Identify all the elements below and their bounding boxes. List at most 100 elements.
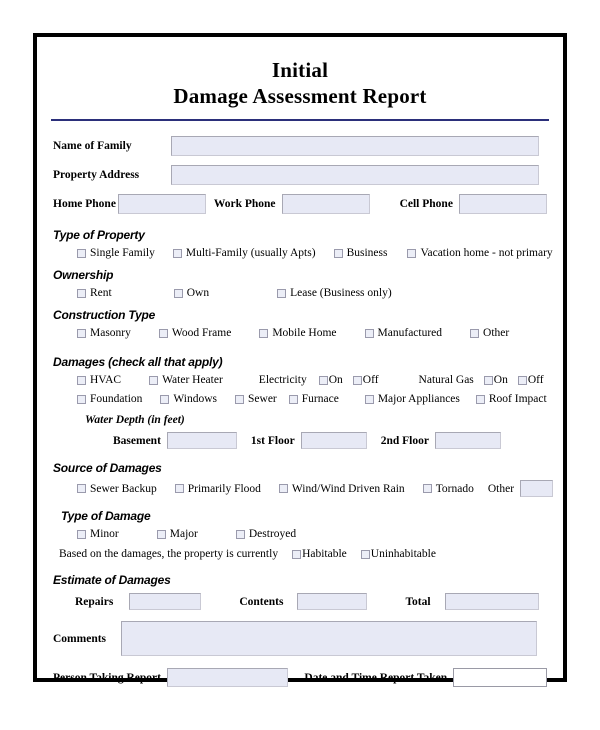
checkbox-icon[interactable] <box>149 375 159 385</box>
estimate-of-damages-heading: Estimate of Damages <box>53 573 171 587</box>
checkbox-icon[interactable] <box>259 328 269 338</box>
checkbox-label: Vacation home - not primary <box>420 247 553 259</box>
checkbox-label: Multi-Family (usually Apts) <box>185 247 316 259</box>
cell-phone-input[interactable] <box>458 194 547 214</box>
checkbox-primarily-flood[interactable]: Primarily Flood <box>174 483 261 495</box>
checkbox-sewer-backup[interactable]: Sewer Backup <box>77 483 157 495</box>
repairs-input[interactable] <box>129 593 202 610</box>
checkbox-destroyed[interactable]: Destroyed <box>235 528 297 540</box>
checkbox-icon[interactable] <box>292 549 302 559</box>
person-taking-report-input[interactable] <box>167 668 289 687</box>
checkbox-icon[interactable] <box>174 484 184 493</box>
checkbox-icon[interactable] <box>352 375 362 385</box>
checkbox-furnace[interactable]: Furnace <box>288 393 339 405</box>
checkbox-icon[interactable] <box>470 328 480 338</box>
checkbox-icon[interactable] <box>318 375 328 385</box>
checkbox-minor[interactable]: Minor <box>77 528 119 540</box>
name-of-family-input[interactable] <box>171 136 539 156</box>
home-phone-input[interactable] <box>117 194 206 214</box>
work-phone-input[interactable] <box>281 194 370 214</box>
checkbox-label: Wood Frame <box>171 327 232 339</box>
checkbox-water-heater[interactable]: Water Heater <box>149 374 223 386</box>
construction-type-options: Masonry Wood Frame Mobile Home Manufactu… <box>47 327 553 339</box>
checkbox-icon[interactable] <box>364 328 374 338</box>
work-phone-label: Work Phone <box>213 198 276 210</box>
checkbox-icon[interactable] <box>77 375 86 385</box>
checkbox-label: Other <box>483 327 510 339</box>
checkbox-icon[interactable] <box>278 484 288 493</box>
checkbox-icon[interactable] <box>364 394 374 404</box>
checkbox-other-construction[interactable]: Other <box>470 327 509 339</box>
water-depth-row: Basement 1st Floor 2nd Floor <box>47 432 553 449</box>
checkbox-label: Single Family <box>90 247 155 259</box>
checkbox-lease[interactable]: Lease (Business only) <box>277 287 392 299</box>
checkbox-icon[interactable] <box>77 394 86 404</box>
checkbox-wood-frame[interactable]: Wood Frame <box>158 327 232 339</box>
checkbox-own[interactable]: Own <box>173 287 209 299</box>
first-floor-input[interactable] <box>300 432 367 449</box>
checkbox-hvac[interactable]: HVAC <box>77 374 121 386</box>
checkbox-electricity-off[interactable]: Off <box>352 374 379 386</box>
checkbox-icon[interactable] <box>160 394 170 404</box>
checkbox-single-family[interactable]: Single Family <box>77 247 155 259</box>
checkbox-icon[interactable] <box>517 375 527 385</box>
checkbox-icon[interactable] <box>360 549 370 559</box>
checkbox-icon[interactable] <box>483 375 493 385</box>
checkbox-natural-gas-on[interactable]: On <box>483 374 508 386</box>
checkbox-label: Rent <box>90 287 112 299</box>
form-title-line-2: Damage Assessment Report <box>173 84 427 108</box>
checkbox-major-appliances[interactable]: Major Appliances <box>364 393 460 405</box>
checkbox-manufactured[interactable]: Manufactured <box>364 327 442 339</box>
second-floor-input[interactable] <box>434 432 501 449</box>
checkbox-icon[interactable] <box>77 288 86 298</box>
checkbox-icon[interactable] <box>235 394 245 404</box>
checkbox-icon[interactable] <box>77 328 86 338</box>
property-address-input[interactable] <box>171 165 539 185</box>
checkbox-label: Destroyed <box>248 528 297 540</box>
checkbox-habitable[interactable]: Habitable <box>292 548 347 560</box>
checkbox-icon[interactable] <box>407 248 417 258</box>
checkbox-icon[interactable] <box>235 529 245 539</box>
checkbox-major[interactable]: Major <box>156 528 198 540</box>
checkbox-vacation-home[interactable]: Vacation home - not primary <box>407 247 553 259</box>
checkbox-tornado[interactable]: Tornado <box>422 483 474 495</box>
form-inner: Initial Damage Assessment Report Name of… <box>37 37 563 687</box>
checkbox-icon[interactable] <box>422 484 432 493</box>
checkbox-multi-family[interactable]: Multi-Family (usually Apts) <box>172 247 316 259</box>
checkbox-electricity-on[interactable]: On <box>318 374 343 386</box>
checkbox-wind-driven-rain[interactable]: Wind/Wind Driven Rain <box>278 483 405 495</box>
checkbox-icon[interactable] <box>475 394 485 404</box>
checkbox-sewer[interactable]: Sewer <box>235 393 277 405</box>
date-time-input[interactable] <box>453 668 547 687</box>
checkbox-icon[interactable] <box>173 288 183 298</box>
checkbox-mobile-home[interactable]: Mobile Home <box>259 327 337 339</box>
checkbox-masonry[interactable]: Masonry <box>77 327 131 339</box>
construction-type-heading: Construction Type <box>53 308 156 322</box>
checkbox-icon[interactable] <box>333 248 343 258</box>
comments-input[interactable] <box>121 621 537 656</box>
source-other-input[interactable] <box>520 480 553 497</box>
date-time-label: Date and Time Report Taken <box>304 671 448 684</box>
type-of-property-options: Single Family Multi-Family (usually Apts… <box>47 247 553 259</box>
checkbox-natural-gas-off[interactable]: Off <box>517 374 544 386</box>
checkbox-windows[interactable]: Windows <box>160 393 217 405</box>
checkbox-business[interactable]: Business <box>333 247 387 259</box>
type-of-damage-options: Minor Major Destroyed <box>47 528 553 540</box>
checkbox-icon[interactable] <box>77 484 86 493</box>
checkbox-rent[interactable]: Rent <box>77 287 112 299</box>
checkbox-icon[interactable] <box>156 529 166 539</box>
checkbox-uninhabitable[interactable]: Uninhabitable <box>360 548 436 560</box>
checkbox-icon[interactable] <box>77 529 86 539</box>
checkbox-roof-impact[interactable]: Roof Impact <box>475 393 547 405</box>
checkbox-icon[interactable] <box>288 394 298 404</box>
damages-row-1: HVAC Water Heater Electricity On Off Nat… <box>47 374 553 386</box>
checkbox-icon[interactable] <box>158 328 168 338</box>
checkbox-icon[interactable] <box>172 248 182 258</box>
total-input[interactable] <box>444 593 539 610</box>
checkbox-icon[interactable] <box>277 288 287 298</box>
contents-input[interactable] <box>297 593 368 610</box>
basement-input[interactable] <box>166 432 237 449</box>
property-address-label: Property Address <box>53 169 140 181</box>
checkbox-icon[interactable] <box>77 248 86 258</box>
checkbox-foundation[interactable]: Foundation <box>77 393 142 405</box>
